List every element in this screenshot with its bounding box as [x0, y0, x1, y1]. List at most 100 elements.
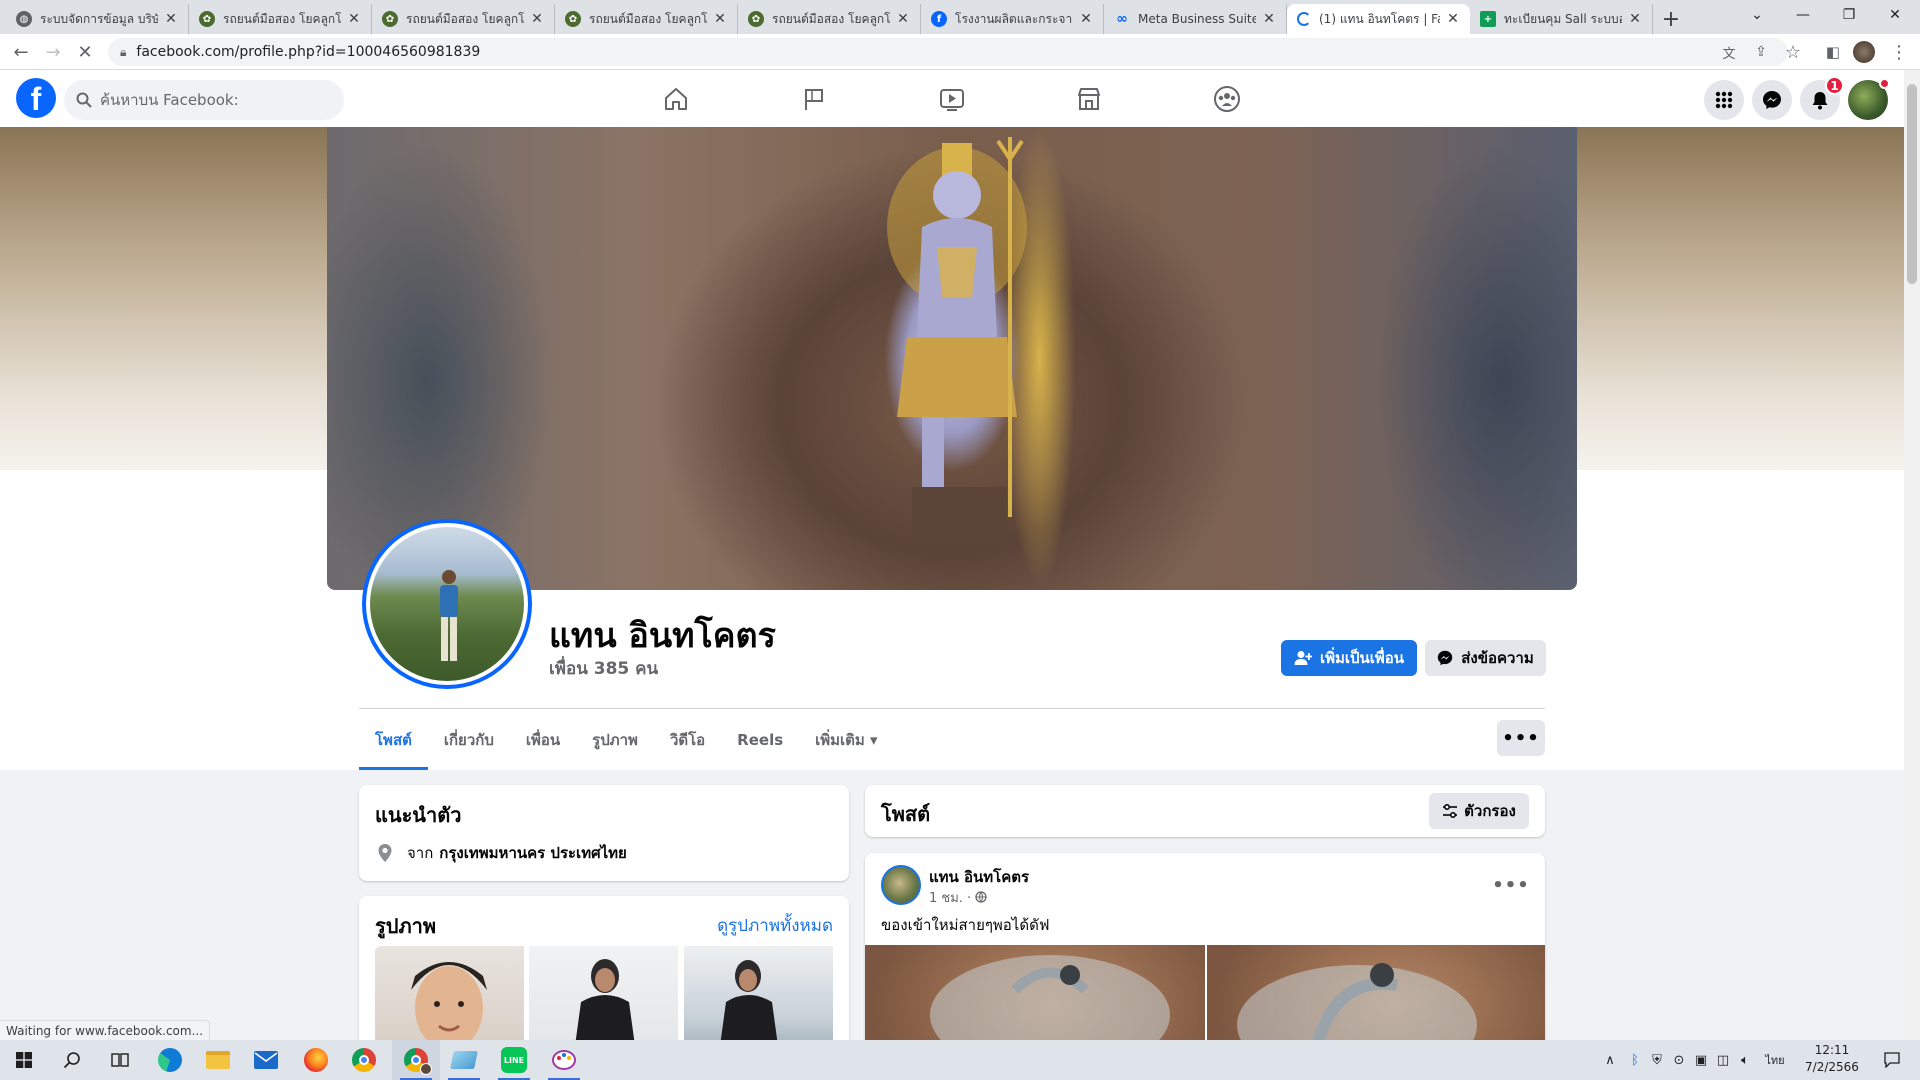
show-hidden-icons-chevron[interactable]: ∧	[1596, 1040, 1624, 1080]
side-panel-icon[interactable]: ◧	[1818, 37, 1848, 67]
post-options-button[interactable]: •••	[1492, 867, 1529, 903]
browser-tab-9[interactable]: + ทะเบียนคุม Sall ระบบออน ✕	[1470, 4, 1653, 34]
notification-center-icon[interactable]	[1872, 1040, 1912, 1080]
browser-tab-5[interactable]: ✿ รถยนต์มือสอง โยคลูกโยะ ✕	[738, 4, 921, 34]
close-tab-icon[interactable]: ✕	[896, 11, 910, 27]
chrome-icon[interactable]	[340, 1040, 388, 1080]
notifications-button[interactable]: 1	[1800, 76, 1844, 120]
back-arrow-icon[interactable]: ←	[6, 37, 36, 67]
system-clock[interactable]: 12:11 7/2/2566	[1792, 1042, 1872, 1078]
friend-count[interactable]: เพื่อน 385 คน	[549, 655, 658, 682]
nav-marketplace[interactable]	[1033, 77, 1145, 121]
facebook-top-bar: f ค้นหาบน Facebook: 1	[0, 70, 1904, 127]
tablet-app-icon[interactable]	[440, 1040, 488, 1080]
location-prefix: จาก	[407, 844, 434, 862]
nav-watch[interactable]	[896, 77, 1008, 121]
cover-photo[interactable]	[327, 127, 1577, 590]
chrome-profile-avatar[interactable]	[1853, 41, 1875, 63]
start-button[interactable]	[0, 1040, 48, 1080]
volume-muted-icon[interactable]: 🔈︎	[1734, 1040, 1756, 1080]
forward-arrow-icon[interactable]: →	[38, 37, 68, 67]
tab-friends[interactable]: เพื่อน	[510, 712, 576, 768]
close-window-button[interactable]: ✕	[1872, 0, 1918, 30]
line-icon[interactable]: LINE	[490, 1040, 538, 1080]
share-icon[interactable]: ⇪	[1746, 37, 1776, 67]
close-tab-icon[interactable]: ✕	[1079, 11, 1093, 27]
send-message-button[interactable]: ส่งข้อความ	[1425, 640, 1546, 676]
close-tab-icon[interactable]: ✕	[530, 11, 544, 27]
stop-loading-icon[interactable]: ✕	[70, 37, 100, 67]
lock-icon[interactable]: 🔒︎	[120, 45, 126, 60]
close-tab-icon[interactable]: ✕	[347, 11, 361, 27]
browser-tab-3[interactable]: ✿ รถยนต์มือสอง โยคลูกโยะ ✕	[372, 4, 555, 34]
photo-thumbnail[interactable]	[529, 946, 678, 1046]
display-icon[interactable]: ▣	[1690, 1040, 1712, 1080]
post-image-1[interactable]	[865, 945, 1205, 1040]
tab-reels[interactable]: Reels	[721, 712, 799, 768]
clock-time: 12:11	[1814, 1043, 1850, 1057]
see-all-photos-link[interactable]: ดูรูปภาพทั้งหมด	[717, 912, 833, 939]
tab-photos[interactable]: รูปภาพ	[576, 712, 654, 768]
facebook-search-input[interactable]: ค้นหาบน Facebook:	[64, 80, 344, 120]
photo-thumbnail[interactable]	[375, 946, 524, 1046]
tray-app-icon[interactable]: ⊙	[1668, 1040, 1690, 1080]
post-author-avatar[interactable]	[881, 865, 921, 905]
post-timestamp[interactable]: 1 ชม. ·	[929, 887, 987, 908]
browser-tab-6[interactable]: f โรงงานผลิตและกระจายรถ ✕	[921, 4, 1104, 34]
chrome-menu-kebab-icon[interactable]: ⋮	[1884, 37, 1914, 67]
menu-grid-button[interactable]	[1704, 80, 1744, 120]
chrome-profile-icon[interactable]	[392, 1040, 440, 1080]
tab-videos[interactable]: วิดีโอ	[654, 712, 721, 768]
account-avatar[interactable]	[1848, 78, 1890, 120]
tab-search-chevron-icon[interactable]: ⌄	[1734, 0, 1780, 30]
file-explorer-icon[interactable]	[194, 1040, 242, 1080]
language-indicator[interactable]: ไทย	[1760, 1040, 1790, 1080]
messenger-button[interactable]	[1752, 80, 1792, 120]
minimize-button[interactable]: —	[1780, 0, 1826, 30]
browser-tab-active[interactable]: (1) แทน อินทโคตร | Face ✕	[1287, 4, 1470, 34]
address-bar[interactable]: 🔒︎ facebook.com/profile.php?id=100046560…	[108, 38, 1788, 66]
edge-icon[interactable]	[146, 1040, 194, 1080]
add-friend-button[interactable]: เพิ่มเป็นเพื่อน	[1281, 640, 1417, 676]
tab-about[interactable]: เกี่ยวกับ	[428, 712, 510, 768]
profile-more-options-button[interactable]: •••	[1497, 720, 1545, 756]
close-tab-icon[interactable]: ✕	[164, 11, 178, 27]
browser-tab-2[interactable]: ✿ รถยนต์มือสอง โยคลูกโยะ ✕	[189, 4, 372, 34]
task-view-button[interactable]	[96, 1040, 144, 1080]
url-text[interactable]: facebook.com/profile.php?id=100046560981…	[136, 44, 480, 60]
close-tab-icon[interactable]: ✕	[1262, 11, 1276, 27]
post-image-2[interactable]	[1207, 945, 1545, 1040]
restore-button[interactable]: ❐	[1826, 0, 1872, 30]
nav-pages[interactable]	[758, 77, 870, 121]
security-shield-icon[interactable]: ⛨	[1646, 1040, 1668, 1080]
close-tab-icon[interactable]: ✕	[1628, 11, 1642, 27]
browser-tab-7[interactable]: ∞ Meta Business Suite ✕	[1104, 4, 1287, 34]
post-author-name[interactable]: แทน อินทโคตร	[929, 865, 1029, 889]
close-tab-icon[interactable]: ✕	[713, 11, 727, 27]
firefox-icon[interactable]	[292, 1040, 340, 1080]
translate-icon[interactable]: 文	[1714, 37, 1744, 67]
close-tab-icon[interactable]: ✕	[1446, 11, 1460, 27]
filter-button[interactable]: ตัวกรอง	[1429, 793, 1529, 829]
bluetooth-icon[interactable]: ᛒ	[1624, 1040, 1646, 1080]
paint-app-icon[interactable]	[540, 1040, 588, 1080]
nav-home[interactable]	[620, 77, 732, 121]
profile-picture[interactable]	[362, 519, 532, 689]
scrollbar-thumb[interactable]	[1907, 84, 1917, 284]
new-tab-button[interactable]: +	[1653, 4, 1689, 34]
bookmark-star-icon[interactable]: ☆	[1778, 37, 1808, 67]
browser-tab-1[interactable]: ◍ ระบบจัดการข้อมูล บริษัท โ ✕	[6, 4, 189, 34]
posts-title: โพสต์	[881, 802, 931, 826]
facebook-logo[interactable]: f	[16, 78, 56, 118]
network-wifi-icon[interactable]: ◫	[1712, 1040, 1734, 1080]
browser-tab-4[interactable]: ✿ รถยนต์มือสอง โยคลูกโยะ ✕	[555, 4, 738, 34]
photo-thumbnail[interactable]	[684, 946, 833, 1046]
page-scrollbar[interactable]	[1904, 70, 1920, 1040]
tab-more-dropdown[interactable]: เพิ่มเติม ▾	[799, 712, 893, 768]
location-value[interactable]: กรุงเทพมหานคร ประเทศไทย	[439, 841, 627, 865]
search-button[interactable]	[48, 1040, 96, 1080]
mail-icon[interactable]	[242, 1040, 290, 1080]
posts-header-card: โพสต์ ตัวกรอง	[865, 785, 1545, 837]
tab-posts[interactable]: โพสต์	[359, 712, 428, 770]
nav-groups[interactable]	[1171, 77, 1283, 121]
